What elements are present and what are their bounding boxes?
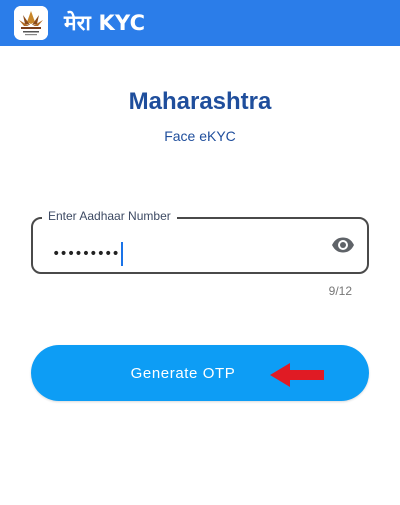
app-logo-icon	[14, 6, 48, 40]
page-subtitle: Face eKYC	[164, 128, 236, 144]
red-arrow-left-icon	[268, 361, 326, 389]
character-counter: 9/12	[328, 284, 352, 298]
app-title: मेरा KYC	[64, 11, 146, 35]
masked-aadhaar-text: •••••••••	[52, 246, 120, 262]
generate-otp-label: Generate OTP	[130, 364, 236, 382]
screen: मेरा KYC Maharashtra Face eKYC Enter Aad…	[0, 0, 400, 505]
text-cursor	[120, 242, 123, 266]
aadhaar-field-label: Enter Aadhaar Number	[42, 209, 177, 223]
aadhaar-input-value[interactable]: •••••••••	[52, 242, 123, 266]
state-title: Maharashtra	[128, 88, 272, 115]
app-bar: मेरा KYC	[0, 0, 400, 46]
eye-icon[interactable]	[331, 233, 355, 257]
